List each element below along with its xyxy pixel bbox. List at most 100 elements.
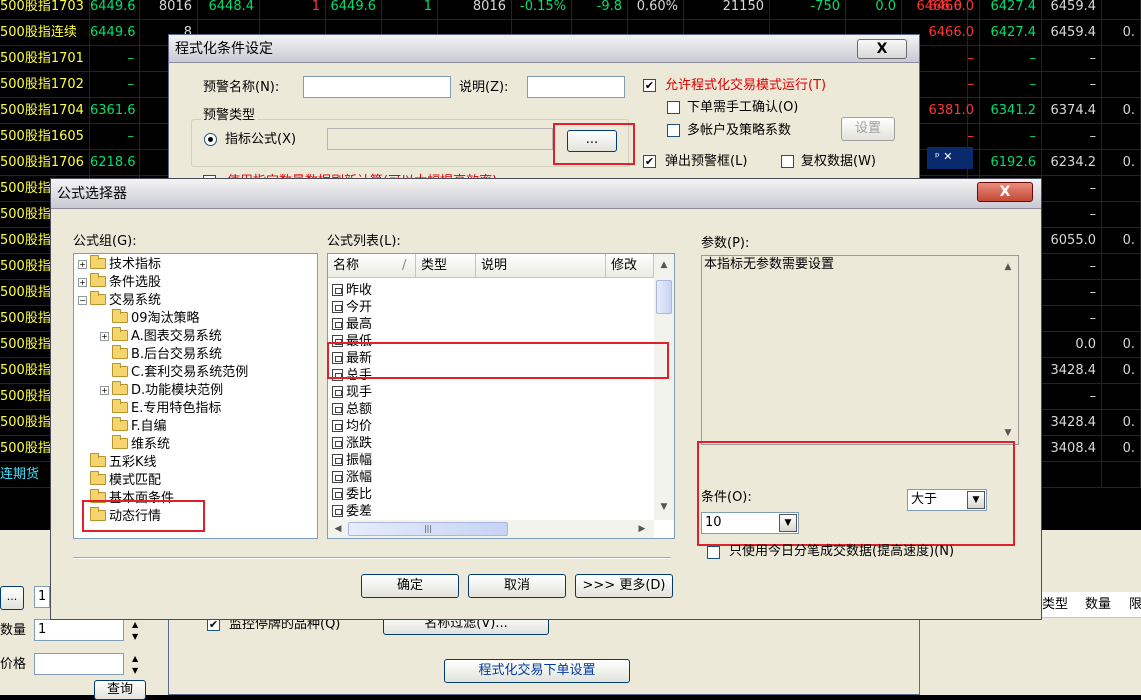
query-button[interactable]: 查询: [94, 680, 146, 700]
tree-item[interactable]: + 技术指标: [78, 255, 161, 273]
formula-list-item[interactable]: 涨跌: [332, 435, 372, 452]
indicator-formula-radio[interactable]: [204, 133, 217, 146]
formula-list-item[interactable]: 现手: [332, 384, 372, 401]
collapse-minus-icon[interactable]: −: [78, 296, 87, 305]
expand-plus-icon[interactable]: +: [100, 386, 109, 395]
formula-group-tree[interactable]: + 技术指标 + 条件选股 − 交易系统 09淘汰策略 + A.图表交易系统 B.后台交易系统 C.…: [73, 253, 318, 539]
list-header-type[interactable]: 类型: [416, 254, 476, 278]
quote-cell: –: [1042, 202, 1102, 228]
spinner-down-icon[interactable]: ▼: [132, 662, 138, 680]
scroll-down-icon[interactable]: ▼: [656, 502, 672, 512]
formula-list-item[interactable]: 委比: [332, 486, 372, 503]
close-button[interactable]: X: [857, 39, 907, 59]
folder-icon: [90, 255, 106, 269]
tick-only-checkbox[interactable]: [707, 546, 720, 559]
price-input[interactable]: [34, 653, 124, 675]
expand-plus-icon[interactable]: +: [100, 332, 109, 341]
order-settings-button[interactable]: 程式化交易下单设置: [444, 659, 630, 683]
tree-item[interactable]: + A.图表交易系统: [100, 327, 222, 345]
param-text: 本指标无参数需要设置: [704, 257, 835, 272]
expand-plus-icon[interactable]: +: [78, 260, 87, 269]
formula-input[interactable]: [327, 128, 553, 150]
ok-button[interactable]: 确定: [361, 574, 459, 598]
quote-cell: –: [90, 72, 140, 98]
list-header-modified[interactable]: 修改: [606, 254, 654, 278]
tree-item[interactable]: C.套利交易系统范例: [100, 363, 248, 381]
formula-list-item[interactable]: 委差: [332, 503, 372, 520]
cancel-button[interactable]: 取消: [468, 574, 566, 598]
multi-account-checkbox[interactable]: [667, 124, 680, 137]
quote-cell: 0.: [1102, 410, 1141, 436]
code-input[interactable]: 1: [34, 586, 50, 608]
tree-item[interactable]: + D.功能模块范例: [100, 381, 223, 399]
table-header-qty[interactable]: 数量: [1085, 596, 1111, 614]
tree-item[interactable]: 维系统: [100, 435, 170, 453]
settings-button[interactable]: 设置: [841, 117, 895, 141]
quote-cell: -0.15%: [512, 0, 572, 20]
quote-cell: –: [1042, 46, 1102, 72]
scroll-thumb[interactable]: [656, 280, 672, 314]
reweight-checkbox[interactable]: [781, 155, 794, 168]
tree-item[interactable]: F.自编: [100, 417, 167, 435]
formula-list-item[interactable]: 均价: [332, 418, 372, 435]
tree-item[interactable]: 模式匹配: [78, 471, 161, 489]
quote-row[interactable]: 500股指1703 6449.6 8016 6448.4 1 6449.6 1 8016 -0.…: [0, 0, 1141, 20]
desc-input[interactable]: [527, 76, 625, 98]
formula-list-item[interactable]: 涨幅: [332, 469, 372, 486]
quote-cell: –: [1042, 72, 1102, 98]
scroll-right-icon[interactable]: ▶: [634, 524, 650, 534]
param-box[interactable]: 本指标无参数需要设置 ▲ ▼: [701, 255, 1019, 445]
tree-item[interactable]: B.后台交易系统: [100, 345, 222, 363]
formula-list-item[interactable]: 今开: [332, 299, 372, 316]
folder-icon: [112, 345, 128, 359]
expand-plus-icon[interactable]: +: [78, 278, 87, 287]
list-vscrollbar[interactable]: ▲ ▼: [654, 254, 674, 520]
formula-icon: [332, 420, 343, 432]
quote-cell: [1102, 462, 1141, 488]
mini-window-controls[interactable]: ᵖ ✕: [927, 147, 973, 169]
spinner-down-icon[interactable]: ▼: [132, 628, 138, 646]
quote-cell: 6459.4: [1042, 20, 1102, 46]
formula-list-item[interactable]: 振幅: [332, 452, 372, 469]
table-header-type[interactable]: 类型: [1042, 596, 1068, 614]
tree-item[interactable]: + 条件选股: [78, 273, 161, 291]
quote-cell: 8016: [438, 0, 512, 20]
formula-list-item[interactable]: 最高: [332, 316, 372, 333]
quote-cell: [1102, 124, 1141, 150]
highlight-browse: [553, 123, 635, 165]
tree-item[interactable]: 09淘汰策略: [100, 309, 200, 327]
quote-cell: -9.8: [572, 0, 628, 20]
scroll-up-icon[interactable]: ▲: [656, 260, 672, 270]
list-hscrollbar[interactable]: ◀ ||| ▶: [328, 520, 654, 538]
param-scroll-down-icon[interactable]: ▼: [1000, 428, 1016, 438]
contract-name: 500股指1701: [0, 46, 90, 72]
formula-list[interactable]: 名称 / 类型 说明 修改 ▲ ▼ ◀ ||| ▶ 昨收 今开 最高 最低 最新 总手 现手…: [327, 253, 675, 539]
manual-confirm-label: 下单需手工确认(O): [687, 100, 799, 115]
selector-close-button[interactable]: X: [977, 182, 1033, 202]
more-options-button[interactable]: >>> 更多(D): [575, 574, 673, 598]
pin-icon[interactable]: ᵖ: [935, 150, 940, 163]
more-button[interactable]: ...: [0, 586, 24, 610]
table-header-limit[interactable]: 限: [1129, 596, 1141, 614]
tree-item[interactable]: − 交易系统: [78, 291, 161, 309]
allow-mode-checkbox[interactable]: ✔: [643, 79, 656, 92]
quote-cell: 6449.6: [90, 20, 140, 46]
tree-item[interactable]: 五彩K线: [78, 453, 157, 471]
param-scroll-up-icon[interactable]: ▲: [1000, 262, 1016, 272]
alert-type-label: 预警类型: [201, 107, 258, 125]
hscroll-thumb[interactable]: |||: [348, 522, 508, 536]
scroll-left-icon[interactable]: ◀: [330, 524, 346, 534]
formula-list-item[interactable]: 总额: [332, 401, 372, 418]
close-icon[interactable]: ✕: [943, 150, 952, 163]
quote-cell: –: [1042, 176, 1102, 202]
folder-icon: [112, 327, 128, 341]
formula-list-item[interactable]: 昨收: [332, 282, 372, 299]
tree-item[interactable]: E.专用特色指标: [100, 399, 221, 417]
list-header-desc[interactable]: 说明: [476, 254, 606, 278]
qty-input[interactable]: 1: [34, 619, 124, 641]
quote-cell: –: [1042, 124, 1102, 150]
alert-name-input[interactable]: [303, 76, 451, 98]
popup-alert-checkbox[interactable]: ✔: [643, 155, 656, 168]
manual-confirm-checkbox[interactable]: [667, 101, 680, 114]
formula-icon: [332, 454, 343, 466]
